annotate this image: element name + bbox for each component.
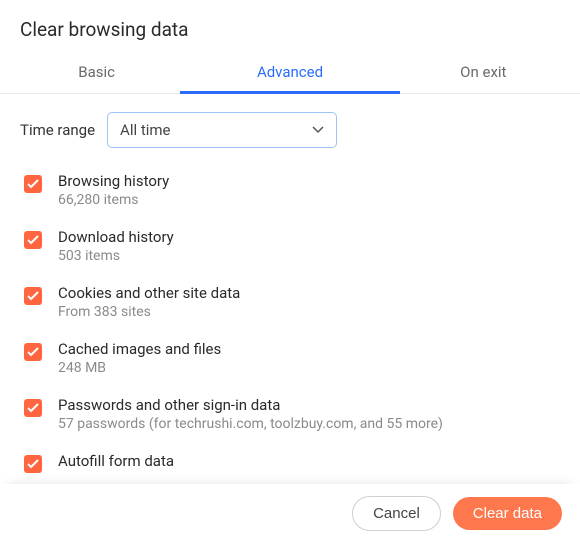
- tab-onexit[interactable]: On exit: [387, 55, 580, 93]
- clear-browsing-data-dialog: Clear browsing data Basic Advanced On ex…: [0, 0, 580, 542]
- item-text: Cookies and other site data From 383 sit…: [58, 284, 240, 320]
- time-range-row: Time range All time: [20, 112, 560, 148]
- dialog-title: Clear browsing data: [0, 0, 580, 55]
- tab-basic[interactable]: Basic: [0, 55, 193, 93]
- tab-advanced[interactable]: Advanced: [193, 55, 386, 93]
- item-download-history: Download history 503 items: [24, 228, 560, 264]
- tabs: Basic Advanced On exit: [0, 55, 580, 94]
- time-range-value: All time: [120, 121, 170, 139]
- clear-data-button[interactable]: Clear data: [453, 497, 562, 530]
- item-text: Download history 503 items: [58, 228, 174, 264]
- item-cached: Cached images and files 248 MB: [24, 340, 560, 376]
- item-sub: From 383 sites: [58, 304, 240, 320]
- chevron-down-icon: [312, 126, 324, 134]
- data-type-list: Browsing history 66,280 items Download h…: [20, 172, 560, 463]
- checkbox-browsing-history[interactable]: [24, 175, 42, 193]
- item-title: Download history: [58, 228, 174, 246]
- item-title: Browsing history: [58, 172, 169, 190]
- item-text: Autofill form data: [58, 452, 174, 470]
- item-sub: 503 items: [58, 248, 174, 264]
- content-area: Time range All time Browsing history 66,…: [0, 94, 580, 542]
- item-passwords: Passwords and other sign-in data 57 pass…: [24, 396, 560, 432]
- item-autofill: Autofill form data: [24, 452, 560, 473]
- checkbox-autofill[interactable]: [24, 455, 42, 473]
- item-sub: 248 MB: [58, 360, 221, 376]
- item-title: Autofill form data: [58, 452, 174, 470]
- checkbox-passwords[interactable]: [24, 399, 42, 417]
- item-text: Browsing history 66,280 items: [58, 172, 169, 208]
- item-text: Passwords and other sign-in data 57 pass…: [58, 396, 443, 432]
- tab-label: Basic: [78, 63, 115, 81]
- item-sub: 57 passwords (for techrushi.com, toolzbu…: [58, 416, 443, 432]
- item-sub: 66,280 items: [58, 192, 169, 208]
- item-title: Cookies and other site data: [58, 284, 240, 302]
- item-title: Cached images and files: [58, 340, 221, 358]
- time-range-select[interactable]: All time: [107, 112, 337, 148]
- tab-label: On exit: [460, 63, 506, 81]
- checkbox-download-history[interactable]: [24, 231, 42, 249]
- cancel-button[interactable]: Cancel: [352, 496, 441, 531]
- time-range-label: Time range: [20, 121, 95, 139]
- item-text: Cached images and files 248 MB: [58, 340, 221, 376]
- tab-label: Advanced: [257, 63, 323, 81]
- checkbox-cached[interactable]: [24, 343, 42, 361]
- item-cookies: Cookies and other site data From 383 sit…: [24, 284, 560, 320]
- dialog-footer: Cancel Clear data: [0, 484, 580, 542]
- checkbox-cookies[interactable]: [24, 287, 42, 305]
- item-browsing-history: Browsing history 66,280 items: [24, 172, 560, 208]
- item-title: Passwords and other sign-in data: [58, 396, 443, 414]
